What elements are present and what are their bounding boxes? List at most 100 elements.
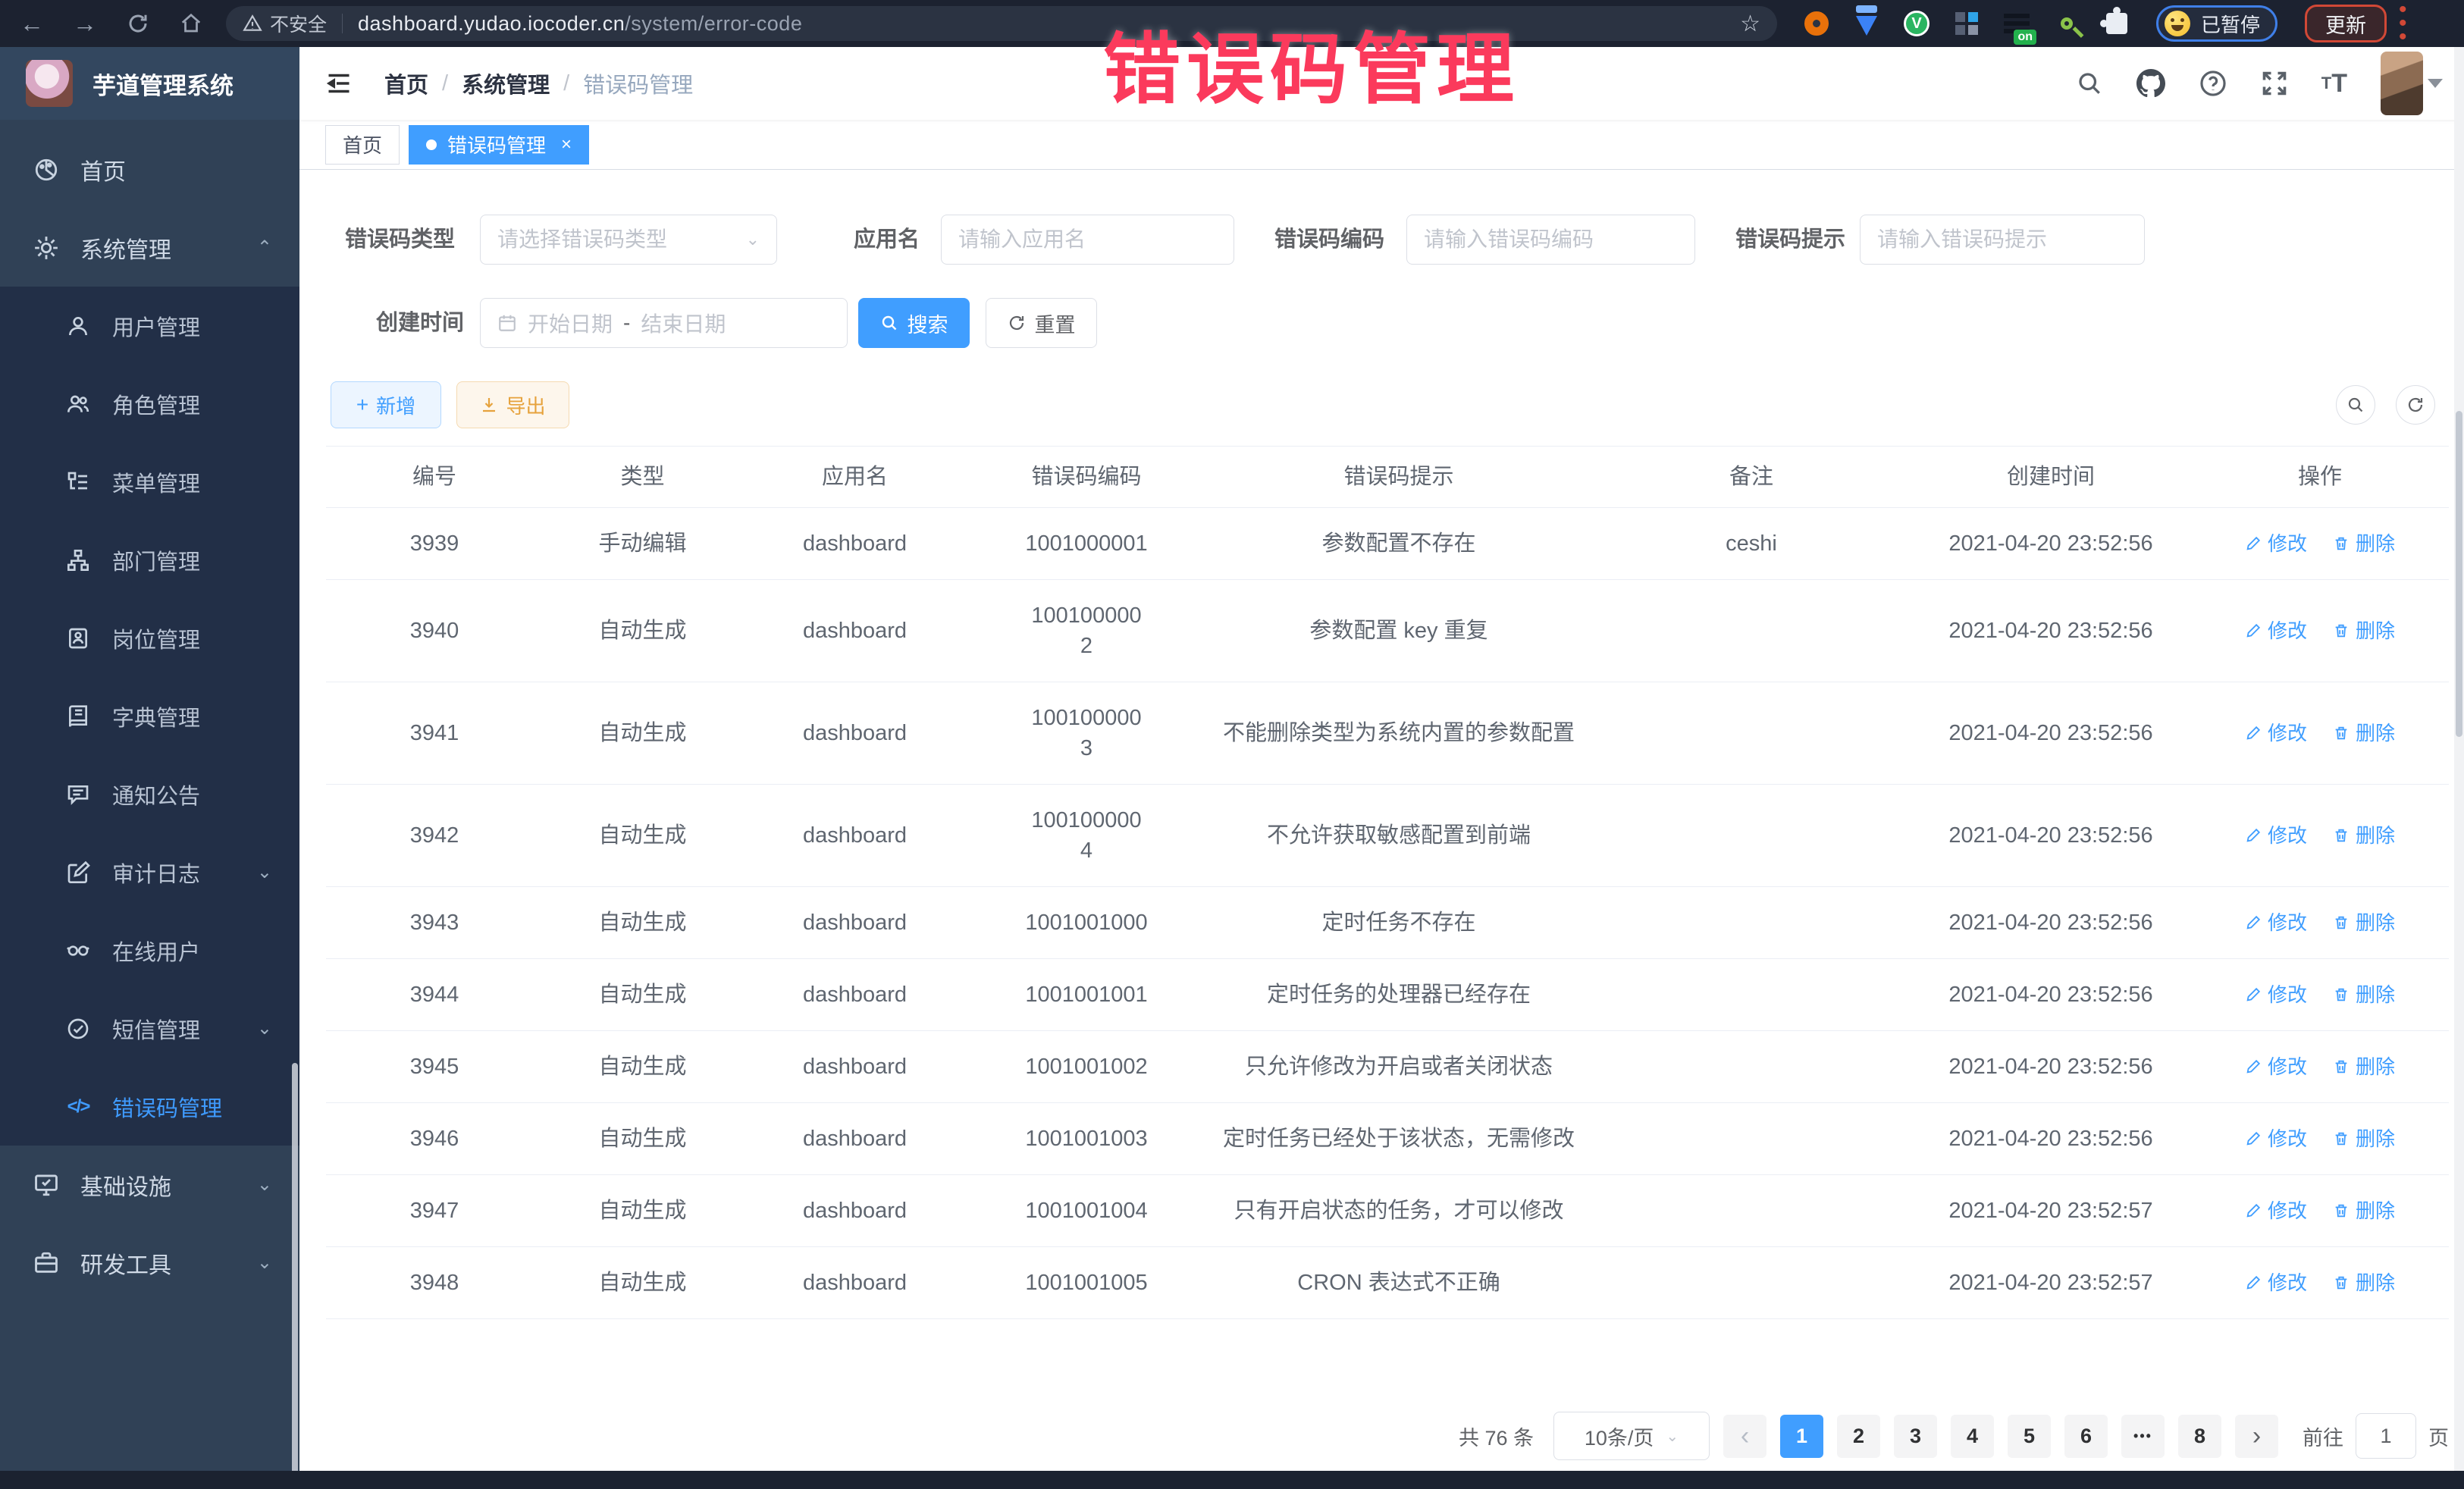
font-size-icon[interactable]: TT xyxy=(2321,69,2347,99)
sidebar-item-notices[interactable]: 通知公告 xyxy=(0,755,299,833)
sidebar-item-home[interactable]: 首页 xyxy=(0,130,299,208)
toggle-search-button[interactable] xyxy=(2336,385,2375,425)
page-button-5[interactable]: 5 xyxy=(2008,1415,2051,1458)
page-button-6[interactable]: 6 xyxy=(2064,1415,2108,1458)
tab-home[interactable]: 首页 xyxy=(325,125,400,165)
next-page-button[interactable]: › xyxy=(2235,1415,2278,1458)
prev-page-button[interactable]: ‹ xyxy=(1723,1415,1766,1458)
add-button[interactable]: + 新增 xyxy=(331,381,441,428)
page-button-1[interactable]: 1 xyxy=(1780,1415,1823,1458)
browser-reload-icon[interactable] xyxy=(117,7,159,40)
extension-icon-list-on[interactable]: on xyxy=(2003,10,2030,37)
error-code-field[interactable] xyxy=(1406,215,1695,265)
sidebar-logo-row[interactable]: 芋道管理系统 xyxy=(0,47,299,120)
extension-icon-puzzle[interactable] xyxy=(2103,10,2130,37)
extension-icon-key[interactable] xyxy=(2053,10,2080,37)
sidebar-item-departments[interactable]: 部门管理 xyxy=(0,521,299,599)
page-button-8[interactable]: 8 xyxy=(2178,1415,2221,1458)
page-more-button[interactable]: ••• xyxy=(2121,1415,2165,1458)
edit-link[interactable]: 修改 xyxy=(2245,616,2307,646)
edit-link[interactable]: 修改 xyxy=(2245,820,2307,851)
goto-page-input[interactable] xyxy=(2356,1413,2416,1459)
paused-extension-pill[interactable]: 已暂停 xyxy=(2156,5,2277,42)
edit-link[interactable]: 修改 xyxy=(2245,908,2307,938)
sidebar-item-audit-log[interactable]: 审计日志 ⌄ xyxy=(0,833,299,911)
sidebar-item-error-code[interactable]: </> 错误码管理 xyxy=(0,1067,299,1146)
page-button-3[interactable]: 3 xyxy=(1894,1415,1937,1458)
browser-menu-kebab-icon[interactable]: ••• xyxy=(2399,3,2407,44)
breadcrumb-system[interactable]: 系统管理 xyxy=(462,67,550,99)
tab-close-icon[interactable]: × xyxy=(561,134,572,155)
caret-down-icon[interactable] xyxy=(2428,79,2443,88)
refresh-table-button[interactable] xyxy=(2396,385,2435,425)
reset-button[interactable]: 重置 xyxy=(986,298,1097,348)
sidebar-item-sms[interactable]: 短信管理 ⌄ xyxy=(0,989,299,1067)
sidebar-item-posts[interactable]: 岗位管理 xyxy=(0,599,299,677)
breadcrumb-home[interactable]: 首页 xyxy=(384,67,428,99)
avatar[interactable] xyxy=(2381,52,2423,115)
sidebar-item-online-users[interactable]: 在线用户 xyxy=(0,911,299,989)
sidebar-item-roles[interactable]: 角色管理 xyxy=(0,365,299,443)
sidebar-item-system[interactable]: 系统管理 ⌃ xyxy=(0,208,299,287)
delete-link[interactable]: 删除 xyxy=(2333,1268,2395,1298)
edit-link[interactable]: 修改 xyxy=(2245,1124,2307,1154)
sidebar-scrollbar-thumb[interactable] xyxy=(292,1063,298,1487)
window-scrollbar-thumb[interactable] xyxy=(2456,411,2462,737)
hamburger-icon[interactable] xyxy=(322,68,356,99)
delete-link[interactable]: 删除 xyxy=(2333,908,2395,938)
delete-link[interactable]: 删除 xyxy=(2333,1052,2395,1082)
error-type-select[interactable]: ⌄ xyxy=(480,215,777,265)
header-search-icon[interactable] xyxy=(2076,70,2103,97)
edit-link[interactable]: 修改 xyxy=(2245,1052,2307,1082)
delete-link[interactable]: 删除 xyxy=(2333,820,2395,851)
edit-link[interactable]: 修改 xyxy=(2245,528,2307,559)
extension-icon-green-v[interactable]: V xyxy=(1903,10,1930,37)
sidebar-item-devtools[interactable]: 研发工具 ⌄ xyxy=(0,1224,299,1302)
fullscreen-icon[interactable] xyxy=(2261,70,2288,97)
app-name-field[interactable] xyxy=(941,215,1234,265)
sidebar-item-dictionary[interactable]: 字典管理 xyxy=(0,677,299,755)
browser-home-icon[interactable] xyxy=(170,7,212,40)
edit-link[interactable]: 修改 xyxy=(2245,980,2307,1010)
filter-time-label: 创建时间 xyxy=(312,298,464,348)
extension-icon-orange[interactable] xyxy=(1803,10,1830,37)
edit-link[interactable]: 修改 xyxy=(2245,1196,2307,1226)
search-button[interactable]: 搜索 xyxy=(858,298,970,348)
error-msg-field[interactable] xyxy=(1860,215,2145,265)
sidebar-item-label: 岗位管理 xyxy=(112,622,200,654)
extension-icon-grid[interactable] xyxy=(1953,10,1980,37)
page-button-2[interactable]: 2 xyxy=(1837,1415,1880,1458)
tab-error-code[interactable]: 错误码管理 × xyxy=(409,125,589,165)
error-type-select-input[interactable] xyxy=(497,227,746,252)
delete-link[interactable]: 删除 xyxy=(2333,718,2395,748)
window-scrollbar[interactable] xyxy=(2454,47,2464,1471)
address-bar[interactable]: 不安全 dashboard.yudao.iocoder.cn/system/er… xyxy=(226,6,1777,41)
browser-back-icon[interactable]: ← xyxy=(11,7,53,40)
bookmark-star-icon[interactable]: ☆ xyxy=(1740,11,1760,37)
page-button-4[interactable]: 4 xyxy=(1951,1415,1994,1458)
error-code-input[interactable] xyxy=(1424,227,1678,252)
end-date-placeholder[interactable]: 结束日期 xyxy=(641,308,726,338)
delete-link[interactable]: 删除 xyxy=(2333,528,2395,559)
help-icon[interactable] xyxy=(2199,69,2227,98)
sidebar-item-users[interactable]: 用户管理 xyxy=(0,287,299,365)
not-secure-warning[interactable]: 不安全 xyxy=(243,10,327,37)
date-range-picker[interactable]: 开始日期 - 结束日期 xyxy=(480,298,848,348)
export-button[interactable]: 导出 xyxy=(456,381,569,428)
browser-update-button[interactable]: 更新 xyxy=(2305,5,2387,42)
page-size-select[interactable]: 10条/页 ⌄ xyxy=(1553,1412,1710,1460)
delete-link[interactable]: 删除 xyxy=(2333,1124,2395,1154)
sidebar-item-infrastructure[interactable]: 基础设施 ⌄ xyxy=(0,1146,299,1224)
browser-forward-icon[interactable]: → xyxy=(64,7,106,40)
extension-icon-blue-gem[interactable] xyxy=(1853,10,1880,37)
edit-link[interactable]: 修改 xyxy=(2245,1268,2307,1298)
github-icon[interactable] xyxy=(2136,69,2165,98)
sidebar-item-menus[interactable]: 菜单管理 xyxy=(0,443,299,521)
delete-link[interactable]: 删除 xyxy=(2333,980,2395,1010)
start-date-placeholder[interactable]: 开始日期 xyxy=(528,308,613,338)
error-msg-input[interactable] xyxy=(1877,227,2127,252)
delete-link[interactable]: 删除 xyxy=(2333,616,2395,646)
edit-link[interactable]: 修改 xyxy=(2245,718,2307,748)
app-name-input[interactable] xyxy=(958,227,1217,252)
delete-link[interactable]: 删除 xyxy=(2333,1196,2395,1226)
